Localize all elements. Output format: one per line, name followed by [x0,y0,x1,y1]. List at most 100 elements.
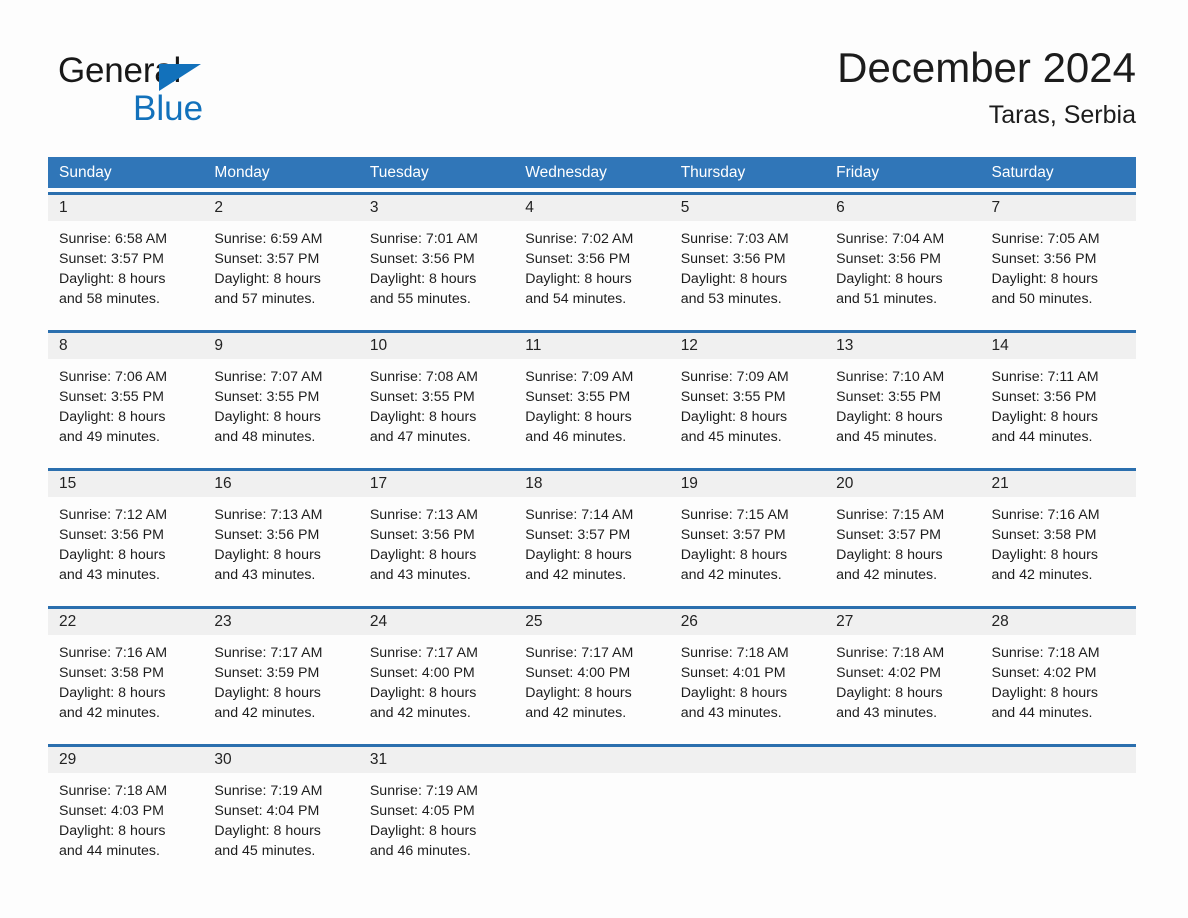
calendar-day-cell[interactable]: 22 Sunrise: 7:16 AM Sunset: 3:58 PM Dayligh… [48,609,204,735]
calendar-day-cell[interactable]: 25 Sunrise: 7:17 AM Sunset: 4:00 PM Dayligh… [514,609,670,735]
calendar-day-cell[interactable]: 9 Sunrise: 7:07 AM Sunset: 3:55 PM Daylight… [203,333,359,459]
daylight-text-line2: and 43 minutes. [59,567,160,583]
daylight-text-line1: Daylight: 8 hours [836,271,943,287]
daylight-text-line2: and 50 minutes. [991,291,1093,307]
calendar-week-row: 15 Sunrise: 7:12 AM Sunset: 3:56 PM Dayligh… [48,468,1136,597]
triangle-logo-icon [159,64,201,91]
daylight-text-line1: Daylight: 8 hours [214,547,321,563]
calendar-day-cell[interactable]: 24 Sunrise: 7:17 AM Sunset: 4:00 PM Dayligh… [358,609,515,735]
day-number [514,747,670,773]
daylight-text-line1: Daylight: 8 hours [369,823,477,839]
sunrise-text: Sunrise: 7:18 AM [836,645,945,661]
calendar-day-cell[interactable]: 27 Sunrise: 7:18 AM Sunset: 4:02 PM Dayligh… [825,609,981,735]
daylight-text-line2: and 49 minutes. [59,429,160,445]
day-number: 14 [980,333,1136,359]
daylight-text-line1: Daylight: 8 hours [836,547,943,563]
calendar-day-cell[interactable]: 10 Sunrise: 7:08 AM Sunset: 3:55 PM Dayligh… [358,333,515,459]
calendar-day-cell[interactable]: 11 Sunrise: 7:09 AM Sunset: 3:55 PM Dayligh… [514,333,670,459]
calendar-day-cell[interactable]: 6 Sunrise: 7:04 AM Sunset: 3:56 PM Daylight… [825,195,981,321]
day-number: 7 [980,195,1136,221]
calendar-day-cell[interactable]: 15 Sunrise: 7:12 AM Sunset: 3:56 PM Dayligh… [48,471,204,597]
day-details: Sunrise: 7:18 AM Sunset: 4:03 PM Daylight:… [48,773,203,861]
sunset-text: Sunset: 3:56 PM [59,527,164,543]
day-details: Sunrise: 7:18 AM Sunset: 4:02 PM Daylight:… [981,635,1136,723]
daylight-text-line1: Daylight: 8 hours [525,409,632,425]
day-details: Sunrise: 7:17 AM Sunset: 3:59 PM Daylight:… [203,635,358,723]
daylight-text-line2: and 46 minutes. [525,429,627,445]
daylight-text-line1: Daylight: 8 hours [836,685,943,701]
calendar-day-cell[interactable]: 7 Sunrise: 7:05 AM Sunset: 3:56 PM Daylight… [980,195,1136,321]
day-number: 19 [669,471,826,497]
calendar-day-cell[interactable]: 23 Sunrise: 7:17 AM Sunset: 3:59 PM Dayligh… [203,609,359,735]
calendar-day-cell[interactable]: 2 Sunrise: 6:59 AM Sunset: 3:57 PM Daylight… [203,195,359,321]
calendar-day-cell[interactable]: 18 Sunrise: 7:14 AM Sunset: 3:57 PM Dayligh… [514,471,670,597]
day-details: Sunrise: 7:01 AM Sunset: 3:56 PM Daylight:… [359,221,514,309]
calendar-day-cell[interactable]: 28 Sunrise: 7:18 AM Sunset: 4:02 PM Dayligh… [980,609,1136,735]
daylight-text-line2: and 47 minutes. [369,429,471,445]
sunrise-text: Sunrise: 7:11 AM [991,369,1099,385]
sunrise-text: Sunrise: 7:19 AM [214,783,323,799]
daylight-text-line1: Daylight: 8 hours [59,271,166,287]
day-number: 8 [48,333,204,359]
calendar-day-cell[interactable]: 17 Sunrise: 7:13 AM Sunset: 3:56 PM Dayligh… [358,471,515,597]
sunset-text: Sunset: 3:56 PM [680,251,786,267]
calendar-day-cell[interactable]: 14 Sunrise: 7:11 AM Sunset: 3:56 PM Dayligh… [980,333,1136,459]
calendar-day-cell[interactable]: 21 Sunrise: 7:16 AM Sunset: 3:58 PM Dayligh… [980,471,1136,597]
daylight-text-line2: and 54 minutes. [525,291,627,307]
calendar-day-cell[interactable]: 8 Sunrise: 7:06 AM Sunset: 3:55 PM Daylight… [48,333,204,459]
location-label: Taras, Serbia [988,101,1136,129]
generalblue-logo[interactable]: General Blue [58,50,318,134]
calendar-day-cell[interactable]: 29 Sunrise: 7:18 AM Sunset: 4:03 PM Dayligh… [48,747,204,873]
daylight-text-line2: and 42 minutes. [836,567,938,583]
daylight-text-line1: Daylight: 8 hours [680,271,788,287]
day-number [669,747,826,773]
daylight-text-line1: Daylight: 8 hours [369,547,477,563]
calendar-day-cell[interactable]: 16 Sunrise: 7:13 AM Sunset: 3:56 PM Dayligh… [203,471,359,597]
sunset-text: Sunset: 3:56 PM [991,251,1097,267]
sunrise-text: Sunrise: 7:14 AM [525,507,634,523]
calendar-day-cell[interactable]: 1 Sunrise: 6:58 AM Sunset: 3:57 PM Daylight… [48,195,204,321]
day-number: 17 [358,471,515,497]
calendar-page: General Blue December 2024 Taras, Serbia… [0,0,1188,918]
calendar-day-cell[interactable]: 3 Sunrise: 7:01 AM Sunset: 3:56 PM Daylight… [358,195,515,321]
day-number: 4 [514,195,670,221]
day-number: 9 [203,333,359,359]
calendar-day-cell[interactable]: 31 Sunrise: 7:19 AM Sunset: 4:05 PM Dayligh… [358,747,515,873]
calendar-day-cell[interactable]: 5 Sunrise: 7:03 AM Sunset: 3:56 PM Daylight… [669,195,826,321]
daylight-text-line2: and 42 minutes. [525,705,627,721]
daylight-text-line1: Daylight: 8 hours [369,271,477,287]
calendar-week-row: 29 Sunrise: 7:18 AM Sunset: 4:03 PM Dayligh… [48,744,1136,873]
daylight-text-line2: and 53 minutes. [680,291,782,307]
daylight-text-line1: Daylight: 8 hours [680,409,788,425]
sunset-text: Sunset: 3:57 PM [680,527,786,543]
sunrise-text: Sunrise: 7:13 AM [214,507,323,523]
daylight-text-line2: and 42 minutes. [991,567,1093,583]
sunset-text: Sunset: 3:57 PM [214,251,320,267]
calendar-day-cell[interactable]: 26 Sunrise: 7:18 AM Sunset: 4:01 PM Dayligh… [669,609,826,735]
sunset-text: Sunset: 3:56 PM [369,251,475,267]
sunrise-text: Sunrise: 7:09 AM [525,369,634,385]
sunrise-text: Sunrise: 7:07 AM [214,369,323,385]
day-number: 3 [358,195,515,221]
sunset-text: Sunset: 3:57 PM [59,251,164,267]
page-title: December 2024 [837,44,1136,91]
daylight-text-line2: and 42 minutes. [525,567,627,583]
day-details: Sunrise: 7:13 AM Sunset: 3:56 PM Daylight:… [203,497,358,585]
day-details: Sunrise: 7:08 AM Sunset: 3:55 PM Daylight:… [359,359,514,447]
daylight-text-line2: and 46 minutes. [369,843,471,859]
calendar-day-cell[interactable]: 12 Sunrise: 7:09 AM Sunset: 3:55 PM Dayligh… [669,333,826,459]
daylight-text-line2: and 51 minutes. [836,291,938,307]
calendar-day-cell[interactable]: 4 Sunrise: 7:02 AM Sunset: 3:56 PM Daylight… [514,195,670,321]
calendar-table: Sunday Monday Tuesday Wednesday Thursday Frid… [48,157,1136,873]
day-number: 23 [203,609,359,635]
calendar-day-cell[interactable]: 19 Sunrise: 7:15 AM Sunset: 3:57 PM Dayligh… [669,471,826,597]
day-number: 16 [203,471,359,497]
calendar-day-cell[interactable]: 30 Sunrise: 7:19 AM Sunset: 4:04 PM Dayligh… [203,747,359,873]
sunset-text: Sunset: 4:00 PM [369,665,475,681]
day-details: Sunrise: 7:18 AM Sunset: 4:01 PM Daylight:… [670,635,825,723]
day-number: 10 [358,333,515,359]
sunrise-text: Sunrise: 7:02 AM [525,231,634,247]
sunrise-text: Sunrise: 7:16 AM [59,645,168,661]
calendar-day-cell[interactable]: 20 Sunrise: 7:15 AM Sunset: 3:57 PM Dayligh… [825,471,981,597]
calendar-day-cell[interactable]: 13 Sunrise: 7:10 AM Sunset: 3:55 PM Dayligh… [825,333,981,459]
